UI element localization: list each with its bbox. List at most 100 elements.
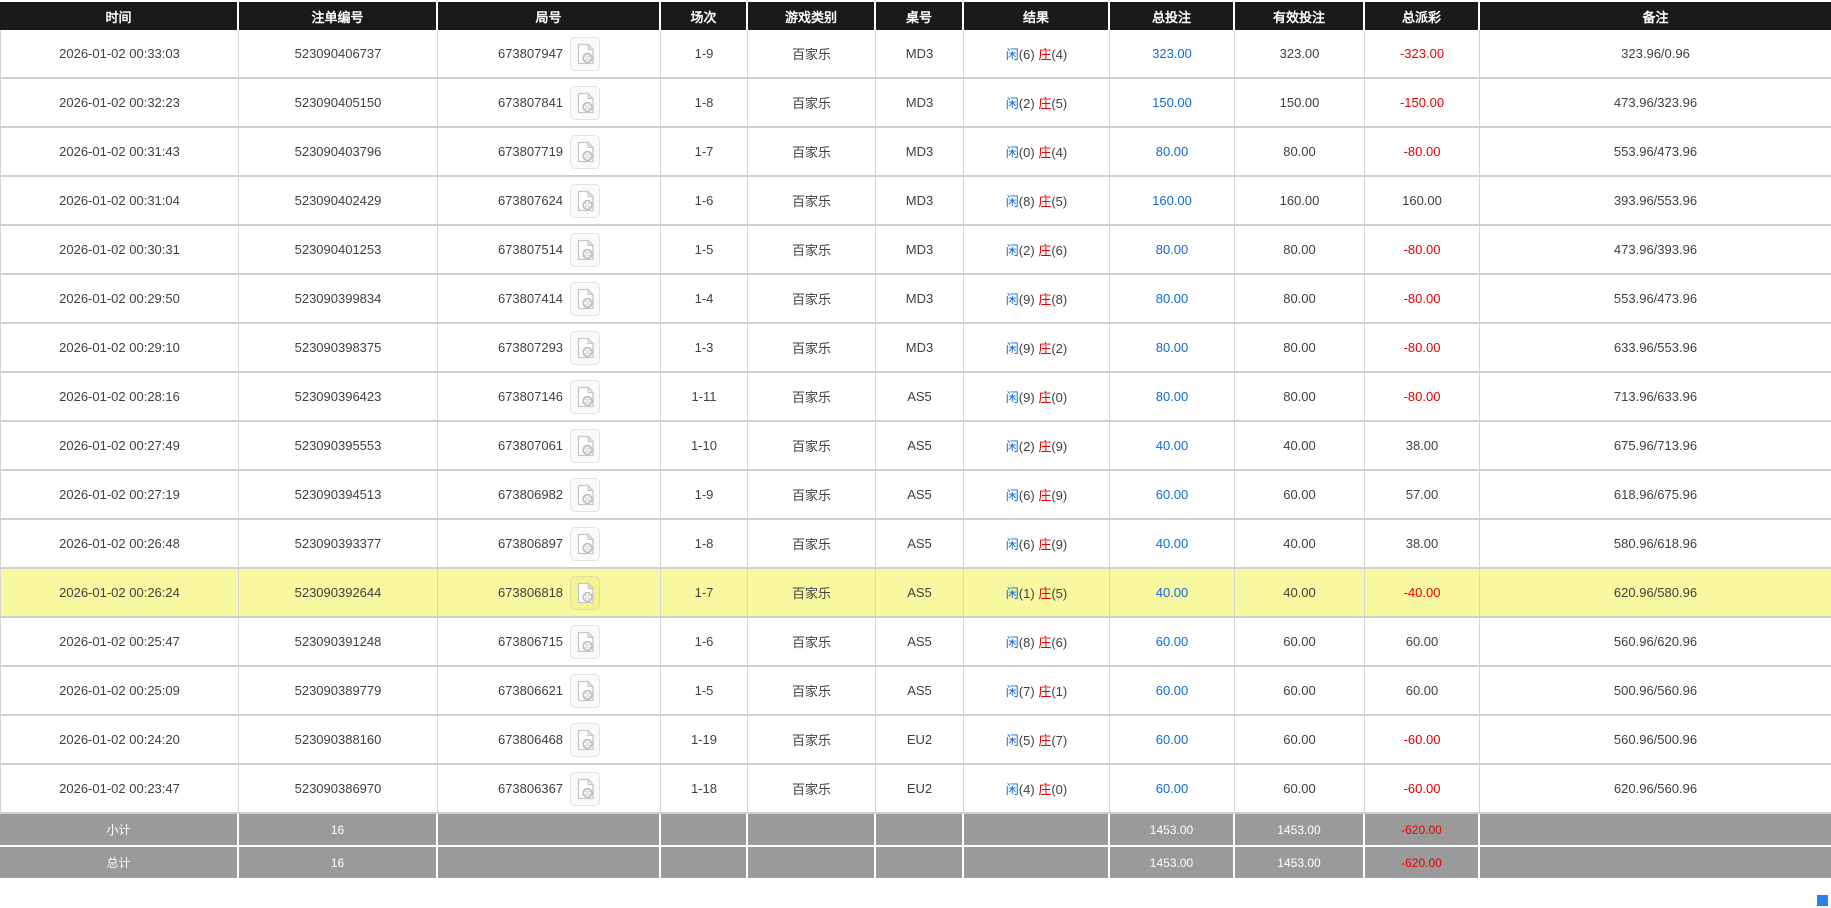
table-row[interactable]: 2026-01-02 00:24:20 523090388160 6738064… bbox=[0, 716, 1831, 765]
cell-game-type: 百家乐 bbox=[748, 422, 876, 471]
round-number: 673806367 bbox=[497, 781, 564, 796]
video-file-icon bbox=[577, 238, 594, 260]
result-banker-score: (5) bbox=[1051, 194, 1068, 209]
cell-remark: 553.96/473.96 bbox=[1480, 128, 1831, 177]
video-file-icon bbox=[577, 385, 594, 407]
result-banker-label: 庄 bbox=[1038, 586, 1052, 601]
video-replay-button[interactable] bbox=[570, 183, 601, 218]
total-bet-link[interactable]: 40.00 bbox=[1156, 536, 1189, 551]
round-number: 673807624 bbox=[497, 193, 564, 208]
video-replay-button[interactable] bbox=[570, 232, 601, 267]
cell-round-id: 673806468 bbox=[438, 716, 661, 765]
table-row[interactable]: 2026-01-02 00:31:04 523090402429 6738076… bbox=[0, 177, 1831, 226]
video-replay-button[interactable] bbox=[570, 477, 601, 512]
video-replay-button[interactable] bbox=[570, 673, 601, 708]
cell-time: 2026-01-02 00:32:23 bbox=[0, 79, 239, 128]
total-bet-link[interactable]: 150.00 bbox=[1152, 95, 1192, 110]
total-bet-link[interactable]: 80.00 bbox=[1156, 340, 1189, 355]
total-bet-link[interactable]: 323.00 bbox=[1152, 46, 1192, 61]
cell-total-bet: 40.00 bbox=[1110, 422, 1235, 471]
video-replay-button[interactable] bbox=[570, 134, 601, 169]
cell-payout: -80.00 bbox=[1365, 373, 1480, 422]
video-replay-button[interactable] bbox=[570, 428, 601, 463]
result-player-label: 闲 bbox=[1005, 586, 1019, 601]
cell-time: 2026-01-02 00:25:09 bbox=[0, 667, 239, 716]
total-bet-link[interactable]: 60.00 bbox=[1156, 683, 1189, 698]
video-replay-button[interactable] bbox=[570, 771, 601, 806]
cell-remark: 620.96/560.96 bbox=[1480, 765, 1831, 814]
result-banker-score: (1) bbox=[1051, 684, 1068, 699]
summary-empty-cell bbox=[748, 814, 876, 847]
total-bet-link[interactable]: 60.00 bbox=[1156, 634, 1189, 649]
video-replay-button[interactable] bbox=[570, 330, 601, 365]
result-player-label: 闲 bbox=[1005, 782, 1019, 797]
result-banker-score: (2) bbox=[1051, 341, 1068, 356]
round-number: 673807414 bbox=[497, 291, 564, 306]
video-replay-button[interactable] bbox=[570, 85, 601, 120]
table-row[interactable]: 2026-01-02 00:29:50 523090399834 6738074… bbox=[0, 275, 1831, 324]
result-banker-label: 庄 bbox=[1038, 390, 1052, 405]
total-bet-link[interactable]: 80.00 bbox=[1156, 389, 1189, 404]
table-row[interactable]: 2026-01-02 00:26:24 523090392644 6738068… bbox=[0, 569, 1831, 618]
cell-round-id: 673807293 bbox=[438, 324, 661, 373]
cell-bet-id: 523090386970 bbox=[239, 765, 438, 814]
total-bet-link[interactable]: 40.00 bbox=[1156, 438, 1189, 453]
table-row[interactable]: 2026-01-02 00:29:10 523090398375 6738072… bbox=[0, 324, 1831, 373]
cell-time: 2026-01-02 00:27:49 bbox=[0, 422, 239, 471]
cell-remark: 560.96/620.96 bbox=[1480, 618, 1831, 667]
video-replay-button[interactable] bbox=[570, 575, 601, 610]
result-player-label: 闲 bbox=[1005, 684, 1019, 699]
total-bet-link[interactable]: 60.00 bbox=[1156, 732, 1189, 747]
cell-bet-id: 523090396423 bbox=[239, 373, 438, 422]
cell-remark: 553.96/473.96 bbox=[1480, 275, 1831, 324]
table-row[interactable]: 2026-01-02 00:27:19 523090394513 6738069… bbox=[0, 471, 1831, 520]
video-replay-button[interactable] bbox=[570, 526, 601, 561]
video-replay-button[interactable] bbox=[570, 36, 601, 71]
table-row[interactable]: 2026-01-02 00:27:49 523090395553 6738070… bbox=[0, 422, 1831, 471]
total-bet-link[interactable]: 60.00 bbox=[1156, 487, 1189, 502]
video-replay-button[interactable] bbox=[570, 379, 601, 414]
round-number: 673806715 bbox=[497, 634, 564, 649]
result-banker-label: 庄 bbox=[1038, 733, 1052, 748]
total-bet-link[interactable]: 80.00 bbox=[1156, 144, 1189, 159]
table-row[interactable]: 2026-01-02 00:32:23 523090405150 6738078… bbox=[0, 79, 1831, 128]
cell-payout: -80.00 bbox=[1365, 128, 1480, 177]
cell-bet-id: 523090393377 bbox=[239, 520, 438, 569]
cell-remark: 620.96/580.96 bbox=[1480, 569, 1831, 618]
cell-time: 2026-01-02 00:27:19 bbox=[0, 471, 239, 520]
cell-time: 2026-01-02 00:33:03 bbox=[0, 30, 239, 79]
table-row[interactable]: 2026-01-02 00:33:03 523090406737 6738079… bbox=[0, 30, 1831, 79]
video-file-icon bbox=[577, 140, 594, 162]
total-bet-link[interactable]: 40.00 bbox=[1156, 585, 1189, 600]
summary-empty-cell bbox=[748, 847, 876, 880]
result-player-score: (6) bbox=[1018, 537, 1035, 552]
cell-time: 2026-01-02 00:30:31 bbox=[0, 226, 239, 275]
table-row[interactable]: 2026-01-02 00:25:09 523090389779 6738066… bbox=[0, 667, 1831, 716]
column-header-result: 结果 bbox=[964, 0, 1110, 30]
summary-count: 16 bbox=[239, 814, 438, 847]
table-row[interactable]: 2026-01-02 00:23:47 523090386970 6738063… bbox=[0, 765, 1831, 814]
video-file-icon bbox=[577, 483, 594, 505]
table-row[interactable]: 2026-01-02 00:31:43 523090403796 6738077… bbox=[0, 128, 1831, 177]
cell-valid-bet: 60.00 bbox=[1235, 667, 1365, 716]
table-row[interactable]: 2026-01-02 00:30:31 523090401253 6738075… bbox=[0, 226, 1831, 275]
total-bet-link[interactable]: 80.00 bbox=[1156, 291, 1189, 306]
video-replay-button[interactable] bbox=[570, 281, 601, 316]
cell-session: 1-5 bbox=[661, 667, 748, 716]
cell-time: 2026-01-02 00:31:04 bbox=[0, 177, 239, 226]
total-bet-link[interactable]: 80.00 bbox=[1156, 242, 1189, 257]
video-replay-button[interactable] bbox=[570, 722, 601, 757]
total-bet-link[interactable]: 160.00 bbox=[1152, 193, 1192, 208]
total-bet-link[interactable]: 60.00 bbox=[1156, 781, 1189, 796]
video-file-icon bbox=[577, 91, 594, 113]
result-banker-label: 庄 bbox=[1038, 292, 1052, 307]
video-replay-button[interactable] bbox=[570, 624, 601, 659]
round-number: 673807841 bbox=[497, 95, 564, 110]
cell-round-id: 673806621 bbox=[438, 667, 661, 716]
cell-session: 1-6 bbox=[661, 618, 748, 667]
cell-game-type: 百家乐 bbox=[748, 373, 876, 422]
table-row[interactable]: 2026-01-02 00:28:16 523090396423 6738071… bbox=[0, 373, 1831, 422]
table-row[interactable]: 2026-01-02 00:26:48 523090393377 6738068… bbox=[0, 520, 1831, 569]
bet-history-table: 时间 注单编号 局号 场次 游戏类别 桌号 结果 总投注 有效投注 总派彩 备注 2026-01-0… bbox=[0, 0, 1831, 880]
table-row[interactable]: 2026-01-02 00:25:47 523090391248 6738067… bbox=[0, 618, 1831, 667]
